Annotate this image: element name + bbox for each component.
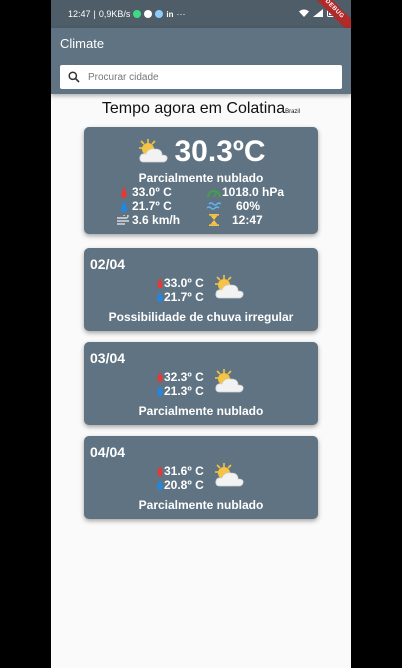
hourglass-icon — [209, 214, 219, 226]
thermometer-hot-icon — [157, 277, 163, 289]
status-network-speed: 0,9KB/s — [98, 9, 131, 19]
forecast-card: 03/04 32.3º C 21.3º C Parcialmente nubla… — [84, 342, 318, 425]
notification-icon — [155, 10, 164, 18]
forecast-max-temperature: 33.0º C — [164, 276, 204, 290]
current-wind: 3.6 km/h — [132, 213, 181, 227]
thermometer-hot-icon — [121, 185, 127, 198]
forecast-max-temperature: 31.6º C — [164, 464, 204, 478]
current-min-temperature: 21.7º C — [132, 199, 172, 213]
app-bar: Climate — [51, 28, 351, 94]
phone-screen: 12:47 | 0,9KB/s in ··· DEBUG Climate Tem… — [51, 0, 351, 668]
forecast-description: Parcialmente nublado — [138, 404, 264, 418]
app-title: Climate — [60, 36, 105, 51]
partly-cloudy-icon — [215, 369, 244, 393]
status-bar: 12:47 | 0,9KB/s in ··· DEBUG — [51, 0, 351, 39]
title-prefix: Tempo agora em — [101, 100, 227, 117]
current-humidity: 60% — [236, 199, 261, 213]
forecast-card: 02/04 33.0º C 21.7º C Possibilidade de c… — [84, 248, 318, 331]
thermometer-cold-icon — [157, 385, 163, 397]
forecast-min-temperature: 21.3º C — [164, 384, 204, 398]
forecast-description: Possibilidade de chuva irregular — [108, 310, 294, 324]
more-notifications-icon: ··· — [176, 9, 186, 19]
current-description: Parcialmente nublado — [138, 171, 264, 185]
wind-icon — [117, 215, 129, 225]
forecast-date: 02/04 — [90, 256, 126, 272]
wifi-icon — [299, 9, 309, 17]
current-weather-title: Tempo agora em ColatinaBrazil — [51, 100, 351, 118]
forecast-date: 03/04 — [90, 350, 126, 366]
thermometer-cold-icon — [121, 199, 127, 212]
forecast-max-temperature: 32.3º C — [164, 370, 204, 384]
notification-icon — [133, 10, 142, 18]
search-input[interactable] — [88, 71, 328, 83]
current-weather-card: 30.3ºC Parcialmente nublado 33.0º C 1018… — [84, 127, 318, 234]
current-pressure: 1018.0 hPa — [222, 185, 285, 199]
current-time: 12:47 — [232, 213, 263, 227]
city-name: Colatina — [226, 100, 286, 117]
forecast-description: Parcialmente nublado — [138, 498, 264, 512]
signal-icon — [313, 9, 323, 17]
current-temperature: 30.3ºC — [174, 135, 266, 168]
humidity-icon — [207, 202, 221, 210]
current-max-temperature: 33.0º C — [132, 185, 172, 199]
pressure-gauge-icon — [207, 190, 221, 198]
thermometer-hot-icon — [157, 465, 163, 477]
forecast-date: 04/04 — [90, 444, 126, 460]
forecast-min-temperature: 21.7º C — [164, 290, 204, 304]
forecast-min-temperature: 20.8º C — [164, 478, 204, 492]
forecast-card: 04/04 31.6º C 20.8º C Parcialmente nubla… — [84, 436, 318, 519]
partly-cloudy-icon — [215, 463, 244, 487]
notification-icon — [144, 10, 153, 18]
status-time: 12:47 — [68, 9, 91, 19]
partly-cloudy-icon — [139, 139, 169, 163]
partly-cloudy-icon — [215, 275, 244, 299]
notification-icon: in — [166, 9, 174, 19]
country-name: Brazil — [285, 109, 301, 115]
search-box[interactable] — [60, 65, 342, 89]
search-icon — [68, 71, 80, 83]
thermometer-cold-icon — [157, 291, 163, 303]
thermometer-hot-icon — [157, 371, 163, 383]
thermometer-cold-icon — [157, 479, 163, 491]
